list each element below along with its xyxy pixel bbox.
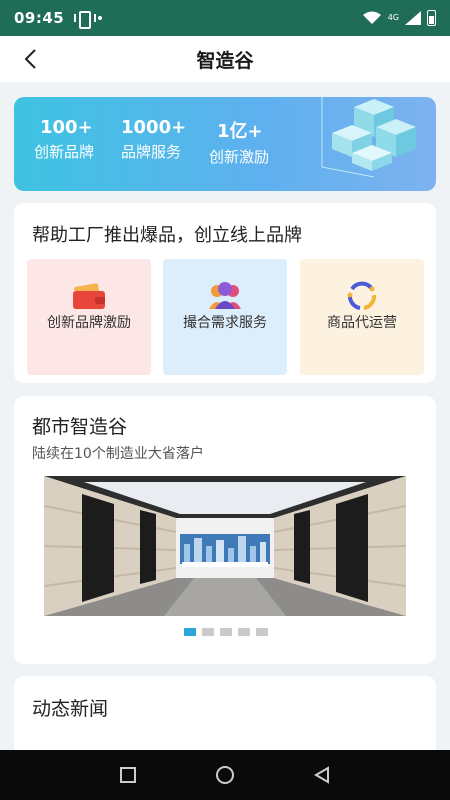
page-title: 智造谷 [196, 49, 254, 72]
cycle-icon [347, 281, 377, 310]
battery-icon [427, 10, 436, 26]
carousel-dot[interactable] [256, 628, 268, 636]
recents-button[interactable] [114, 761, 142, 789]
back-nav-button[interactable] [308, 761, 336, 789]
home-button[interactable] [211, 761, 239, 789]
carousel-image[interactable] [44, 476, 406, 616]
help-section-title: 帮助工厂推出爆品，创立线上品牌 [32, 225, 302, 246]
chevron-left-icon [24, 49, 36, 69]
cubes-illustration [321, 97, 416, 178]
city-section-title: 都市智造谷 [32, 416, 128, 438]
carousel-indicator [184, 628, 268, 636]
tile-label: 创新品牌激励 [47, 315, 131, 331]
city-section-subtitle: 陆续在10个制造业大省落户 [32, 446, 204, 462]
stat-label: 创新品牌 [34, 143, 95, 161]
wallet-icon [73, 283, 105, 309]
city-section: 都市智造谷 陆续在10个制造业大省落户 [14, 396, 436, 664]
carousel-dot[interactable] [238, 628, 250, 636]
vibrate-icon [74, 11, 97, 29]
tile-matching-service[interactable]: 撮合需求服务 [163, 259, 287, 375]
network-type-label: 4G [387, 13, 399, 22]
back-button[interactable] [14, 43, 46, 75]
circle-icon [215, 766, 234, 784]
stats-banner: 100+ 创新品牌 1000+ 品牌服务 1亿+ 创新激励 [14, 97, 436, 191]
wifi-icon [362, 11, 381, 24]
stat-brands: 100+ 创新品牌 [34, 117, 96, 160]
square-icon [120, 767, 137, 783]
help-section: 帮助工厂推出爆品，创立线上品牌 创新品牌激励 撮合需求服务 商品代运营 [14, 203, 436, 383]
notification-dot-icon [98, 16, 103, 20]
app-header: 智造谷 [0, 36, 450, 82]
stat-value: 1亿+ [217, 121, 263, 142]
triangle-back-icon [313, 766, 329, 784]
stat-label: 创新激励 [209, 148, 270, 166]
stat-value: 100+ [40, 117, 93, 138]
tile-product-operation[interactable]: 商品代运营 [300, 259, 424, 375]
carousel-dot[interactable] [220, 628, 232, 636]
stat-services: 1000+ 品牌服务 [121, 117, 187, 161]
stat-value: 1000+ [121, 117, 187, 138]
tile-label: 撮合需求服务 [183, 315, 267, 331]
status-time: 09:45 [14, 9, 65, 27]
tile-innovation-incentive[interactable]: 创新品牌激励 [27, 259, 151, 375]
status-bar: 09:45 4G [0, 0, 450, 36]
stat-incentive: 1亿+ 创新激励 [209, 117, 271, 165]
carousel-dot[interactable] [202, 628, 214, 636]
tile-label: 商品代运营 [327, 315, 397, 331]
signal-icon [405, 11, 421, 25]
carousel-dot[interactable] [184, 628, 196, 636]
people-icon [209, 282, 241, 309]
news-section-title: 动态新闻 [32, 698, 109, 720]
stat-label: 品牌服务 [121, 143, 182, 161]
system-nav-bar [0, 750, 450, 800]
